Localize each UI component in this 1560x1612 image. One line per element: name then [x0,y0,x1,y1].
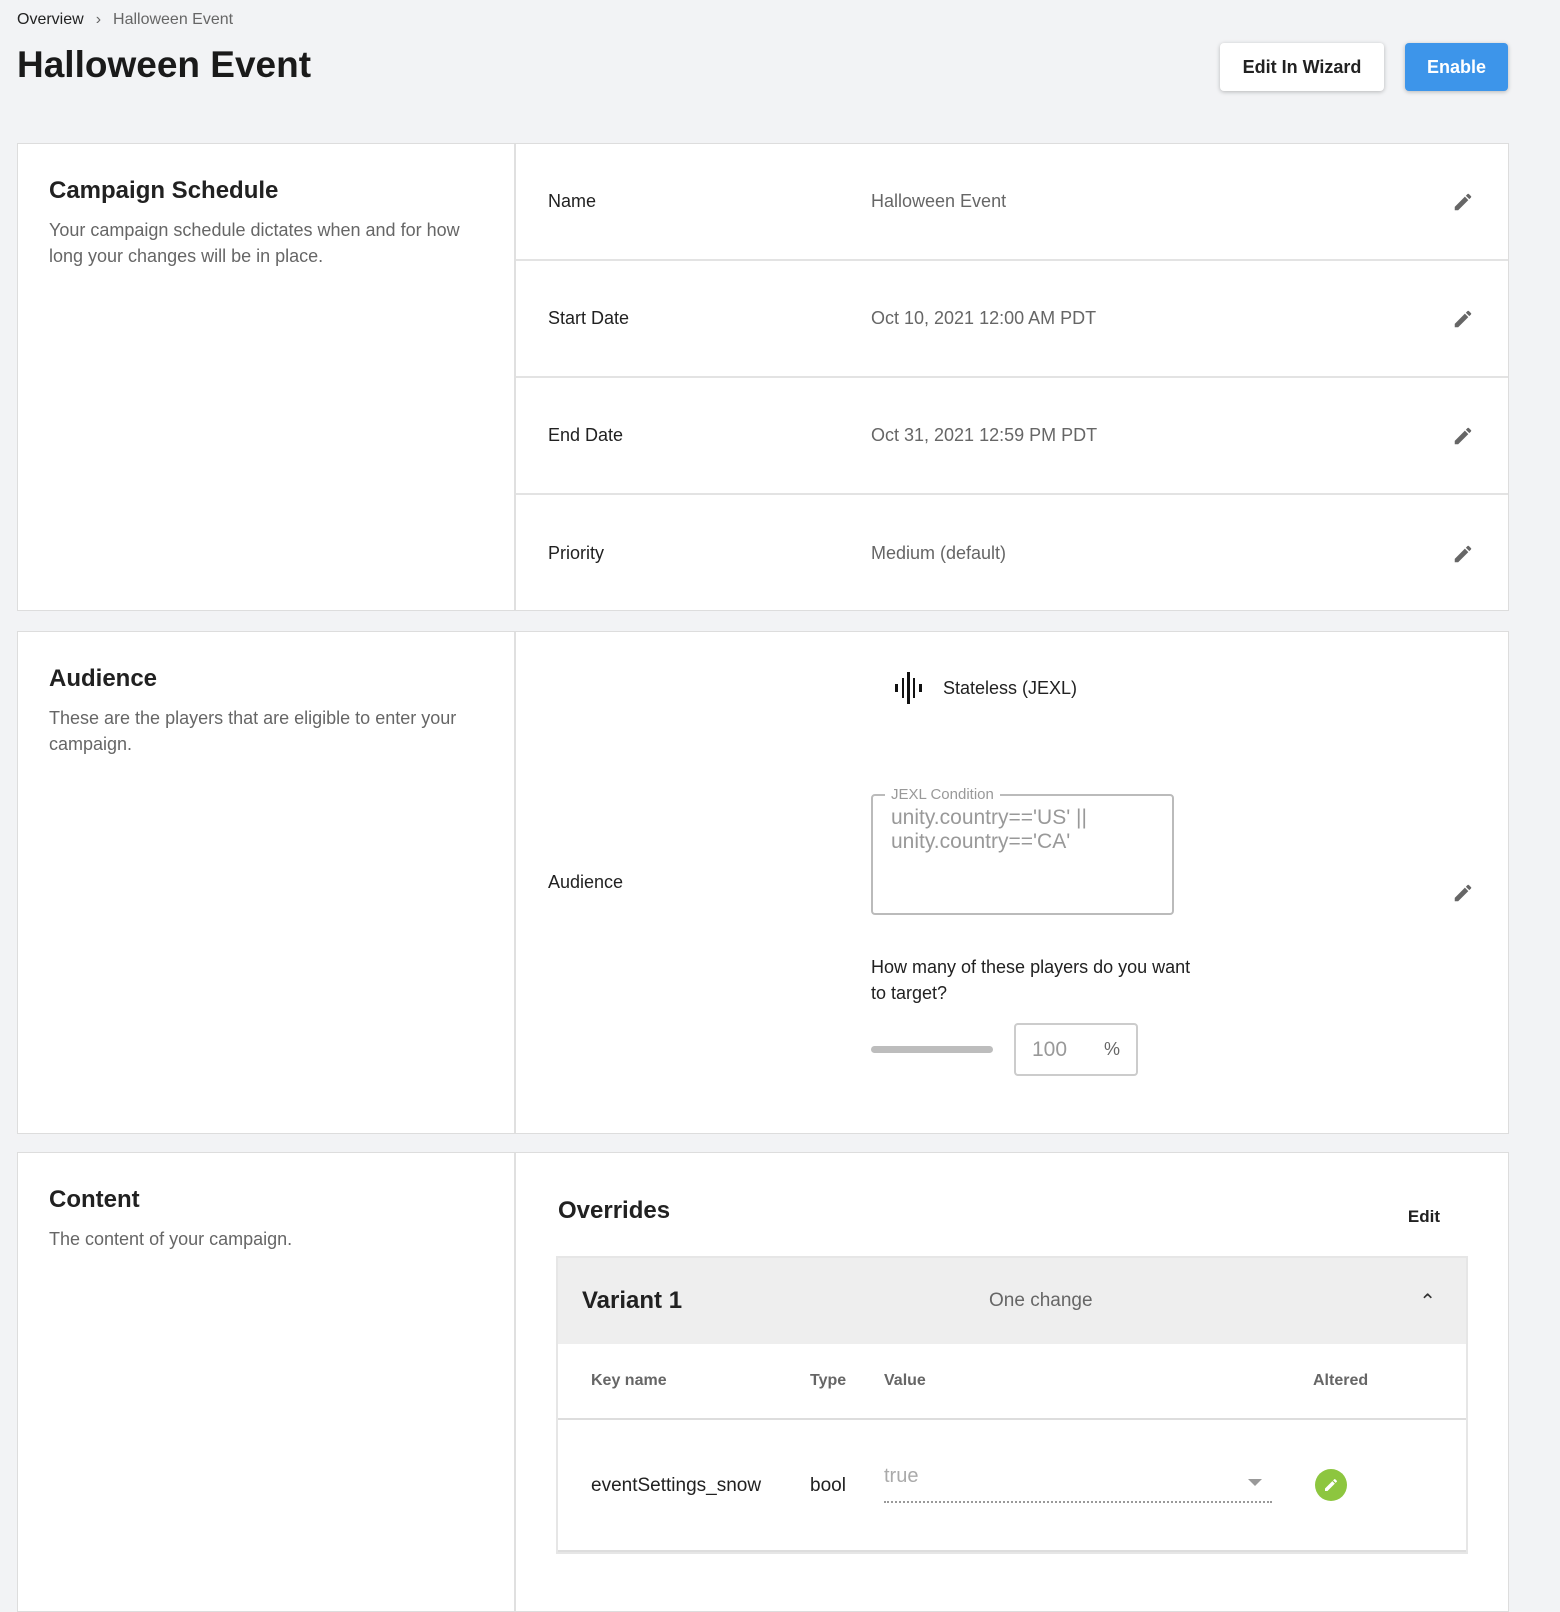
content-card: Content The content of your campaign. Ove… [17,1152,1509,1612]
breadcrumb: Overview › Halloween Event [17,11,233,29]
breadcrumb-overview[interactable]: Overview [17,11,84,29]
jexl-condition-field[interactable]: JEXL Condition unity.country=='US' || uni… [871,783,1174,915]
breadcrumb-current: Halloween Event [113,11,234,28]
row-value: Oct 31, 2021 12:59 PM PDT [871,425,1098,445]
overrides-title: Overrides [558,1197,671,1224]
column-altered: Altered [1313,1372,1369,1389]
key-name: eventSettings_snow [591,1475,762,1496]
column-type: Type [810,1372,847,1389]
edit-overrides-button[interactable]: Edit [1408,1207,1440,1227]
schedule-row-priority: Priority Medium (default) [516,495,1508,612]
variant-changes: One change [989,1290,1093,1311]
edit-in-wizard-button[interactable]: Edit In Wizard [1220,43,1384,91]
audience-card: Audience These are the players that are e… [17,631,1509,1134]
target-question: How many of these players do you want to… [871,957,1191,1003]
altered-pencil-icon [1315,1469,1347,1501]
waveform-icon [895,672,922,704]
variant-panel: Variant 1 One change ⌃ Key name Type Value… [556,1256,1468,1554]
pencil-icon[interactable] [1452,882,1474,904]
target-percent-input[interactable]: 100% [1014,1023,1138,1076]
variant-name: Variant 1 [582,1287,683,1314]
chevron-right-icon: › [95,11,102,28]
pencil-icon[interactable] [1452,191,1474,213]
row-value: Halloween Event [871,191,1007,211]
table-row: eventSettings_snow bool true [558,1420,1466,1552]
chevron-up-icon[interactable]: ⌃ [1419,1289,1436,1314]
section-title: Content [49,1186,140,1213]
section-title: Campaign Schedule [49,177,279,204]
section-description: These are the players that are eligible … [49,708,457,754]
row-label: Start Date [548,308,630,328]
audience-label: Audience [548,872,624,892]
jexl-condition-value: unity.country=='US' || unity.country=='C… [891,806,1087,853]
value-selected: true [884,1465,919,1487]
table-header: Key name Type Value Altered [558,1344,1466,1420]
schedule-row-name: Name Halloween Event [516,144,1508,261]
schedule-row-end-date: End Date Oct 31, 2021 12:59 PM PDT [516,378,1508,495]
section-description: Your campaign schedule dictates when and… [49,220,460,266]
jexl-condition-label: JEXL Condition [885,783,1000,807]
row-value: Medium (default) [871,543,1007,563]
section-title: Audience [49,665,158,692]
percent-sign: % [1103,1039,1120,1059]
schedule-row-start-date: Start Date Oct 10, 2021 12:00 AM PDT [516,261,1508,378]
dropdown-arrow-icon [1248,1479,1262,1486]
variant-header[interactable]: Variant 1 One change ⌃ [558,1258,1466,1344]
audience-type: Stateless (JEXL) [943,677,1078,698]
column-key-name: Key name [591,1372,667,1389]
section-description: The content of your campaign. [49,1229,293,1249]
enable-button[interactable]: Enable [1405,43,1508,91]
percent-value: 100 [1032,1037,1068,1061]
pencil-icon[interactable] [1452,425,1474,447]
value-select[interactable]: true [884,1465,1272,1503]
row-label: End Date [548,425,624,445]
target-slider[interactable] [871,1046,993,1053]
pencil-icon[interactable] [1452,543,1474,565]
column-value: Value [884,1372,926,1389]
key-type: bool [810,1475,846,1496]
row-value: Oct 10, 2021 12:00 AM PDT [871,308,1097,328]
row-label: Name [548,191,597,211]
pencil-icon[interactable] [1452,308,1474,330]
campaign-schedule-card: Campaign Schedule Your campaign schedule … [17,143,1509,611]
row-label: Priority [548,543,605,563]
page-title: Halloween Event [17,44,312,85]
